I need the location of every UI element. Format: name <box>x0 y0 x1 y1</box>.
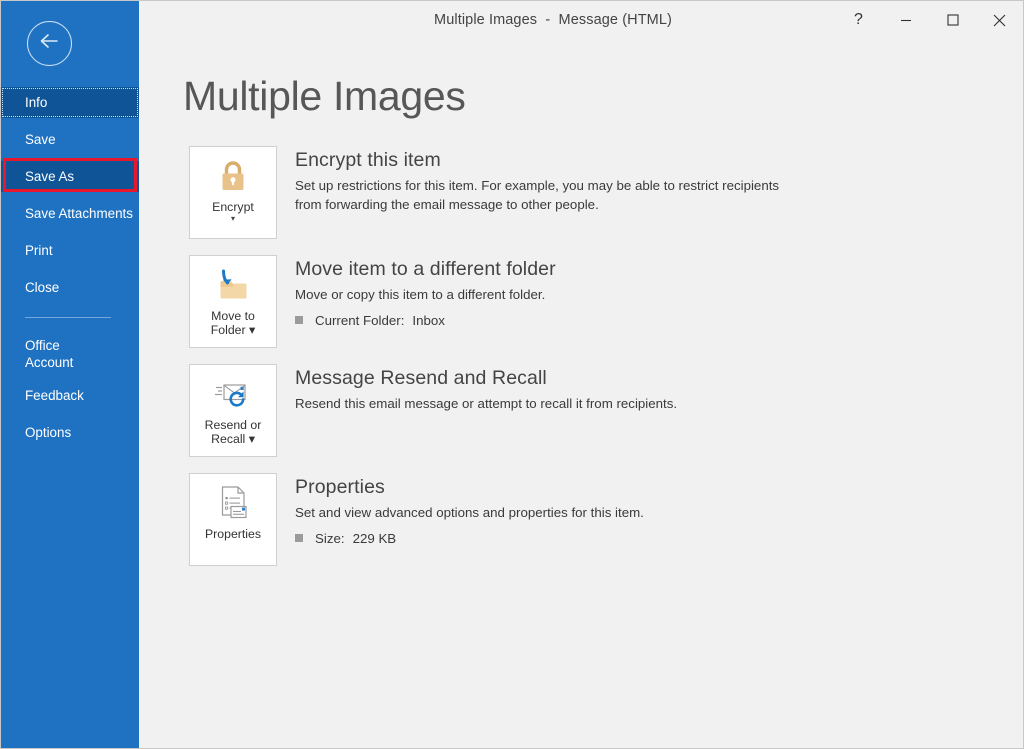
sidebar-item-close[interactable]: Close <box>1 272 139 303</box>
sidebar-item-label: Print <box>25 243 53 258</box>
sidebar-divider <box>25 317 111 318</box>
sidebar-item-label: Info <box>25 95 48 110</box>
fact-current-folder: Current Folder: Inbox <box>295 313 993 328</box>
fact-label: Current Folder: <box>315 312 405 328</box>
bullet-square-icon <box>295 316 303 324</box>
section-description: Set up restrictions for this item. For e… <box>295 178 780 212</box>
properties-button[interactable]: Properties <box>189 473 277 566</box>
back-button[interactable] <box>27 21 72 66</box>
sidebar-item-label: Office Account <box>25 338 74 370</box>
chevron-down-icon: ▾ <box>245 432 255 446</box>
section-body: Properties Set and view advanced options… <box>295 473 993 546</box>
section-body: Move item to a different folder Move or … <box>295 255 993 328</box>
bullet-square-icon <box>295 534 303 542</box>
maximize-icon <box>946 14 959 26</box>
chevron-down-icon: ▾ <box>245 323 256 337</box>
sidebar-item-label: Feedback <box>25 388 84 403</box>
sidebar-item-save[interactable]: Save <box>1 124 139 155</box>
window-controls: ? <box>835 1 1023 39</box>
encrypt-button[interactable]: Encrypt ▾ <box>189 146 277 239</box>
page-title: Multiple Images <box>183 73 466 119</box>
sidebar-item-label: Close <box>25 280 60 295</box>
info-sections: Encrypt ▾ Encrypt this item Set up restr… <box>189 146 993 582</box>
sidebar-item-label: Options <box>25 425 72 440</box>
question-mark-icon: ? <box>854 11 863 28</box>
backstage-sidebar: Info Save Save As Save Attachments Print… <box>1 1 139 748</box>
tile-label: Move to Folder ▾ <box>210 309 256 337</box>
fact-value: 229 KB <box>352 530 397 546</box>
sidebar-item-save-as[interactable]: Save As <box>1 161 139 192</box>
section-description: Move or copy this item to a different fo… <box>295 287 546 302</box>
chevron-down-icon: ▾ <box>230 214 235 223</box>
window-title: Multiple Images - Message (HTML) <box>434 12 672 28</box>
backstage-content: Multiple Images Encrypt ▾ Encrypt this i… <box>139 39 1023 748</box>
sidebar-item-label: Save <box>25 132 56 147</box>
section-resend-recall: Resend or Recall ▾ Message Resend and Re… <box>189 364 993 457</box>
section-properties: Properties Properties Set and view advan… <box>189 473 993 566</box>
fact-label: Size: <box>315 530 345 546</box>
tile-label: Properties <box>204 527 262 541</box>
sidebar-item-office-account[interactable]: Office Account <box>1 334 139 374</box>
tile-label: Resend or Recall ▾ <box>204 418 262 446</box>
resend-recall-icon <box>213 377 253 413</box>
outlook-backstage-window: Info Save Save As Save Attachments Print… <box>0 0 1024 749</box>
section-description: Resend this email message or attempt to … <box>295 396 678 411</box>
resend-or-recall-button[interactable]: Resend or Recall ▾ <box>189 364 277 457</box>
fact-size: Size: 229 KB <box>295 531 993 546</box>
sidebar-item-print[interactable]: Print <box>1 235 139 266</box>
minimize-button[interactable] <box>882 1 929 39</box>
close-icon <box>993 14 1006 27</box>
properties-icon <box>215 486 251 522</box>
section-heading: Message Resend and Recall <box>295 367 547 389</box>
section-move-to-folder: Move to Folder ▾ Move item to a differen… <box>189 255 993 348</box>
help-button[interactable]: ? <box>835 1 882 39</box>
backstage-nav: Info Save Save As Save Attachments Print… <box>1 87 139 454</box>
sidebar-item-label: Save Attachments <box>25 206 133 221</box>
padlock-icon <box>216 159 250 195</box>
move-to-folder-button[interactable]: Move to Folder ▾ <box>189 255 277 348</box>
section-heading: Properties <box>295 476 385 498</box>
maximize-button[interactable] <box>929 1 976 39</box>
fact-value: Inbox <box>412 312 445 328</box>
sidebar-item-options[interactable]: Options <box>1 417 139 448</box>
minimize-icon <box>900 14 912 26</box>
close-button[interactable] <box>976 1 1023 39</box>
sidebar-item-feedback[interactable]: Feedback <box>1 380 139 411</box>
section-heading: Encrypt this item <box>295 149 441 171</box>
move-to-folder-icon <box>214 268 252 304</box>
back-arrow-icon <box>38 32 62 55</box>
section-body: Message Resend and Recall Resend this em… <box>295 364 993 414</box>
section-body: Encrypt this item Set up restrictions fo… <box>295 146 993 214</box>
sidebar-item-save-attachments[interactable]: Save Attachments <box>1 198 139 229</box>
section-encrypt: Encrypt ▾ Encrypt this item Set up restr… <box>189 146 993 239</box>
section-description: Set and view advanced options and proper… <box>295 505 644 520</box>
sidebar-item-info[interactable]: Info <box>1 87 139 118</box>
section-heading: Move item to a different folder <box>295 258 556 280</box>
tile-label: Encrypt <box>212 200 254 214</box>
sidebar-item-label: Save As <box>25 169 75 184</box>
